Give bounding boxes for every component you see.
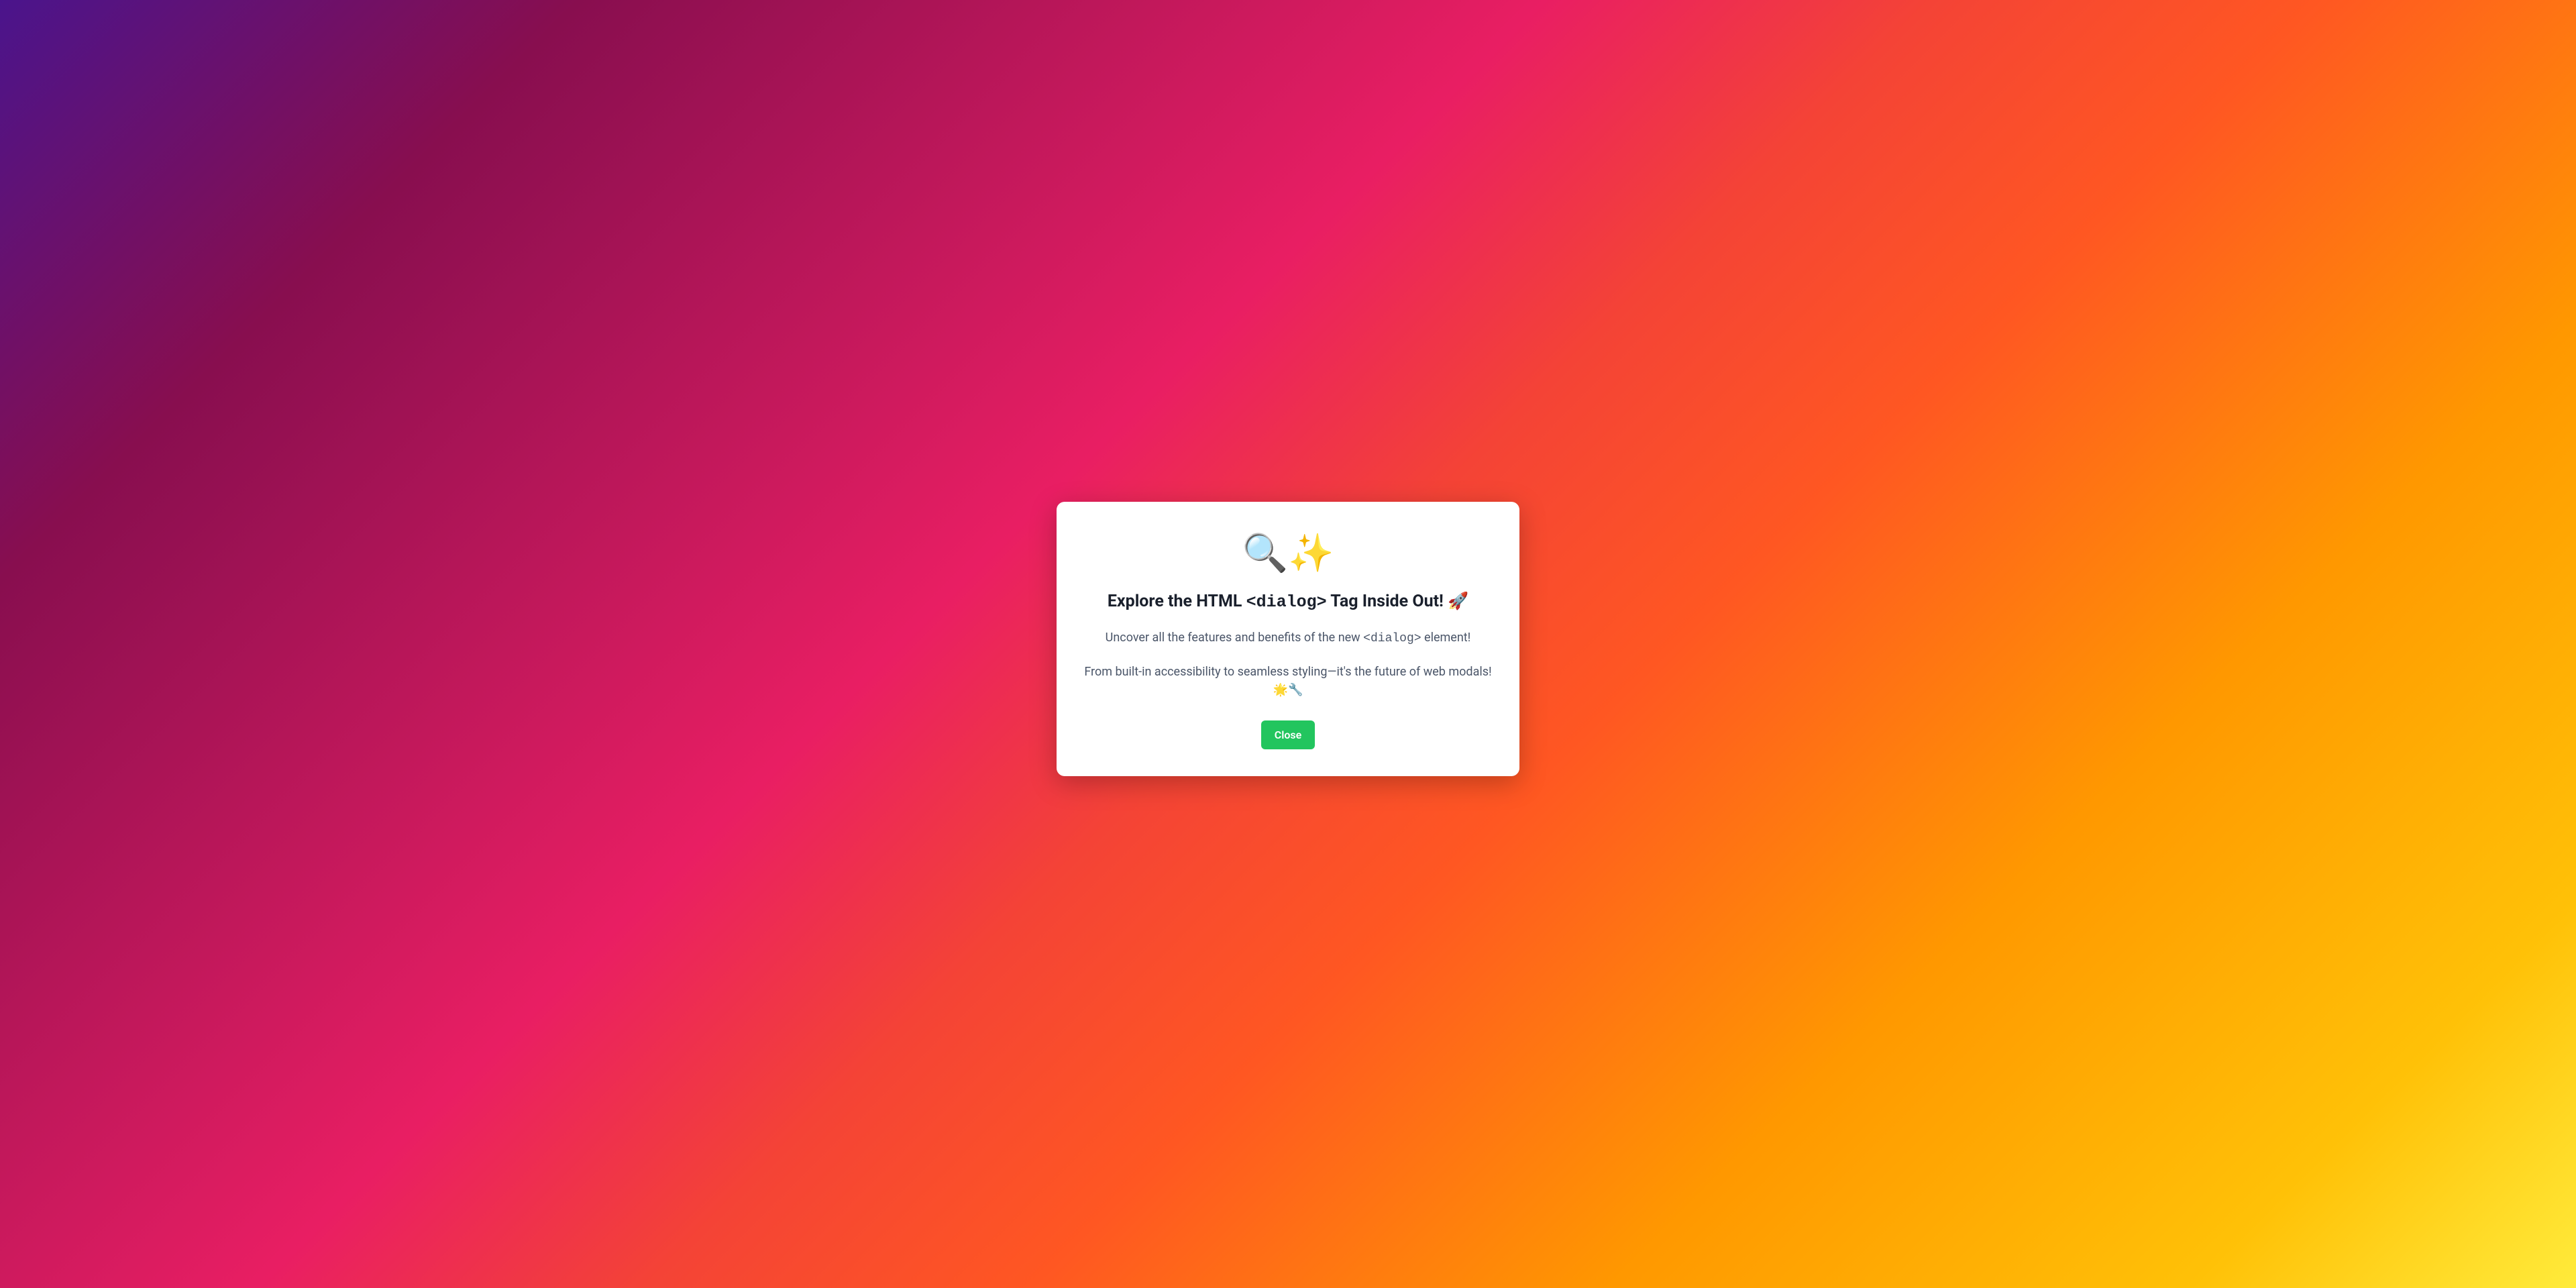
dialog-body-line-1: Uncover all the features and benefits of… (1083, 629, 1493, 648)
dialog-title: Explore the HTML <dialog> Tag Inside Out… (1083, 591, 1493, 614)
title-text-prefix: Explore the HTML (1108, 592, 1246, 611)
dialog-body-line-2: From built-in accessibility to seamless … (1083, 663, 1493, 699)
dialog-modal: 🔍✨ Explore the HTML <dialog> Tag Inside … (1057, 502, 1519, 776)
close-button[interactable]: Close (1261, 720, 1316, 749)
title-code: <dialog> (1246, 592, 1327, 612)
body1-suffix: element! (1421, 631, 1471, 645)
dialog-header-icons: 🔍✨ (1083, 535, 1493, 572)
body1-prefix: Uncover all the features and benefits of… (1106, 631, 1364, 645)
body1-code: <dialog> (1363, 632, 1421, 645)
title-text-suffix: Tag Inside Out! 🚀 (1327, 592, 1468, 611)
